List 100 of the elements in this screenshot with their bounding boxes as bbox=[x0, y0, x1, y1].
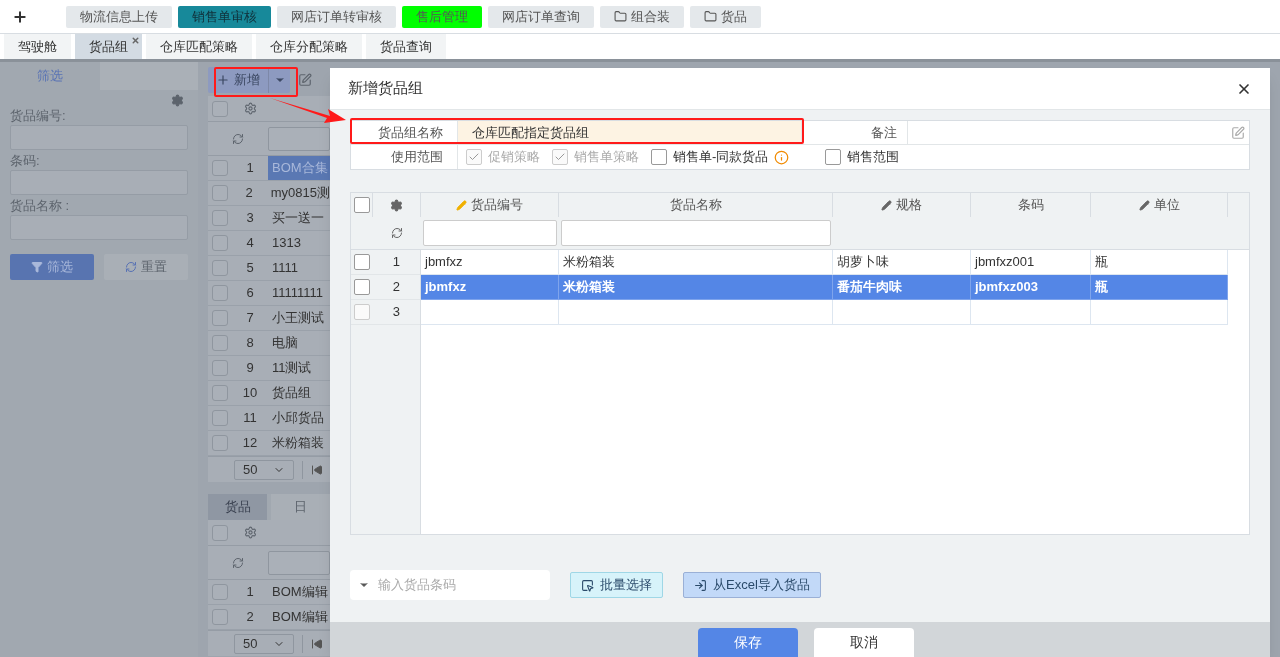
checkbox[interactable] bbox=[212, 260, 228, 276]
table-cell: 米粉箱装 bbox=[559, 275, 833, 300]
row-number: 7 bbox=[245, 309, 255, 328]
filter-input[interactable] bbox=[268, 550, 330, 575]
checkbox[interactable] bbox=[353, 304, 370, 320]
list-item[interactable]: 11111111 bbox=[268, 281, 330, 305]
list-item[interactable]: 1313 bbox=[268, 231, 330, 255]
nav-tab[interactable]: 售后管理 bbox=[402, 5, 482, 28]
page-size-select[interactable]: 50 bbox=[234, 459, 294, 480]
list-item[interactable]: 米粉箱装 bbox=[268, 431, 330, 455]
folder-icon bbox=[704, 10, 717, 23]
nav-tab[interactable]: 组合装 bbox=[600, 5, 684, 28]
list-item[interactable]: 11测试 bbox=[268, 356, 330, 380]
nav-tab[interactable]: 货品 bbox=[690, 5, 761, 28]
save-button[interactable]: 保存 bbox=[698, 628, 798, 657]
checkbox[interactable] bbox=[212, 335, 228, 351]
settings-icon[interactable] bbox=[390, 198, 403, 212]
checkbox[interactable] bbox=[212, 100, 228, 117]
checkbox[interactable] bbox=[825, 149, 842, 165]
nav-tab[interactable]: 网店订单转审核 bbox=[277, 5, 396, 28]
list-item[interactable]: 小王测试 bbox=[268, 306, 330, 330]
checkbox[interactable] bbox=[212, 524, 228, 541]
checkbox[interactable] bbox=[212, 385, 228, 401]
page-tab[interactable]: 货品组 bbox=[75, 34, 142, 59]
row-number: 1 bbox=[245, 583, 255, 602]
refresh-icon[interactable] bbox=[391, 227, 403, 239]
checkbox[interactable] bbox=[212, 410, 228, 426]
list-item[interactable]: 小邱货品 bbox=[268, 406, 330, 430]
checkbox[interactable] bbox=[353, 197, 370, 213]
checkbox[interactable] bbox=[212, 235, 228, 251]
table-cell-text: BOM编辑 bbox=[271, 608, 329, 627]
import-button[interactable]: 从Excel导入货品 bbox=[683, 572, 821, 598]
page-tab[interactable]: 驾驶舱 bbox=[4, 34, 71, 59]
nav-tab[interactable]: 销售单审核 bbox=[178, 5, 271, 28]
add-icon[interactable] bbox=[12, 8, 28, 25]
table-cell: 米粉箱装 bbox=[559, 250, 833, 275]
list-item[interactable]: 货品组 bbox=[268, 381, 330, 405]
row-number: 3 bbox=[391, 303, 401, 322]
refresh-icon[interactable] bbox=[232, 556, 244, 569]
checkbox[interactable] bbox=[651, 149, 667, 165]
filter-input[interactable] bbox=[268, 126, 330, 151]
filter-input[interactable] bbox=[423, 220, 557, 246]
edit-icon[interactable] bbox=[298, 73, 312, 87]
filter-icon bbox=[31, 261, 43, 273]
scope-option[interactable]: 销售范围 bbox=[825, 147, 900, 167]
filter-input[interactable] bbox=[561, 220, 831, 246]
checkbox[interactable] bbox=[353, 279, 370, 295]
settings-icon[interactable] bbox=[243, 526, 257, 539]
column-header[interactable]: 货品名称 bbox=[559, 193, 833, 217]
nav-tab[interactable]: 网店订单查询 bbox=[488, 5, 594, 28]
checkbox[interactable] bbox=[353, 254, 370, 270]
row-number: 2 bbox=[244, 184, 254, 203]
column-header[interactable]: 单位 bbox=[1091, 193, 1228, 217]
list-item[interactable]: 买一送一 bbox=[268, 206, 330, 230]
checkbox[interactable] bbox=[212, 584, 228, 600]
new-button[interactable]: 新增 bbox=[208, 67, 290, 93]
page-tab[interactable]: 货品查询 bbox=[366, 34, 446, 59]
page-tab[interactable]: 仓库分配策略 bbox=[256, 34, 362, 59]
list-item[interactable]: 1111 bbox=[268, 256, 330, 280]
folder-icon bbox=[614, 10, 627, 23]
scope-option[interactable]: 销售单-同款货品 bbox=[651, 147, 790, 167]
checkbox[interactable] bbox=[212, 285, 228, 301]
field-label: 条码: bbox=[10, 152, 41, 170]
table-cell: jbmfxz bbox=[421, 250, 559, 275]
row-number: 3 bbox=[245, 209, 255, 228]
column-header[interactable]: 规格 bbox=[833, 193, 971, 217]
batch-select-button[interactable]: 批量选择 bbox=[570, 572, 663, 598]
column-header[interactable]: 货品编号 bbox=[421, 193, 559, 217]
checkbox[interactable] bbox=[211, 185, 228, 201]
settings-icon[interactable] bbox=[171, 94, 184, 107]
page-size-select[interactable]: 50 bbox=[234, 633, 294, 654]
field-label: 货品编号: bbox=[10, 107, 67, 125]
page-tab[interactable]: 仓库匹配策略 bbox=[146, 34, 252, 59]
row-number: 11 bbox=[242, 409, 258, 428]
table-cell: jbmfxz bbox=[421, 275, 559, 300]
nav-tab[interactable]: 物流信息上传 bbox=[66, 5, 172, 28]
name-field[interactable]: 仓库匹配指定货品组 bbox=[457, 121, 801, 144]
checkbox[interactable] bbox=[212, 160, 228, 176]
checkbox[interactable] bbox=[212, 310, 228, 326]
detail-tab[interactable]: 货品 bbox=[208, 494, 267, 520]
first-page-icon[interactable] bbox=[311, 463, 323, 476]
edit-icon bbox=[1231, 125, 1245, 140]
list-item[interactable]: 电脑 bbox=[268, 331, 330, 355]
checkbox[interactable] bbox=[212, 609, 228, 625]
pointer-icon bbox=[581, 578, 594, 592]
refresh-icon[interactable] bbox=[232, 132, 244, 145]
list-item[interactable]: my0815测 bbox=[266, 181, 330, 205]
table-cell-text: BOM编辑 bbox=[271, 583, 329, 602]
cancel-button[interactable]: 取消 bbox=[814, 628, 914, 657]
settings-icon[interactable] bbox=[243, 102, 257, 115]
table-cell: 瓶 bbox=[1091, 275, 1228, 300]
field-label: 货品名称 : bbox=[10, 197, 71, 215]
check-icon bbox=[554, 151, 566, 163]
checkbox[interactable] bbox=[212, 360, 228, 376]
table-cell: jbmfxz001 bbox=[971, 250, 1091, 275]
checkbox[interactable] bbox=[212, 210, 228, 226]
info-icon[interactable] bbox=[774, 149, 790, 165]
first-page-icon[interactable] bbox=[311, 637, 323, 650]
checkbox[interactable] bbox=[212, 435, 228, 451]
column-header[interactable]: 条码 bbox=[971, 193, 1091, 217]
